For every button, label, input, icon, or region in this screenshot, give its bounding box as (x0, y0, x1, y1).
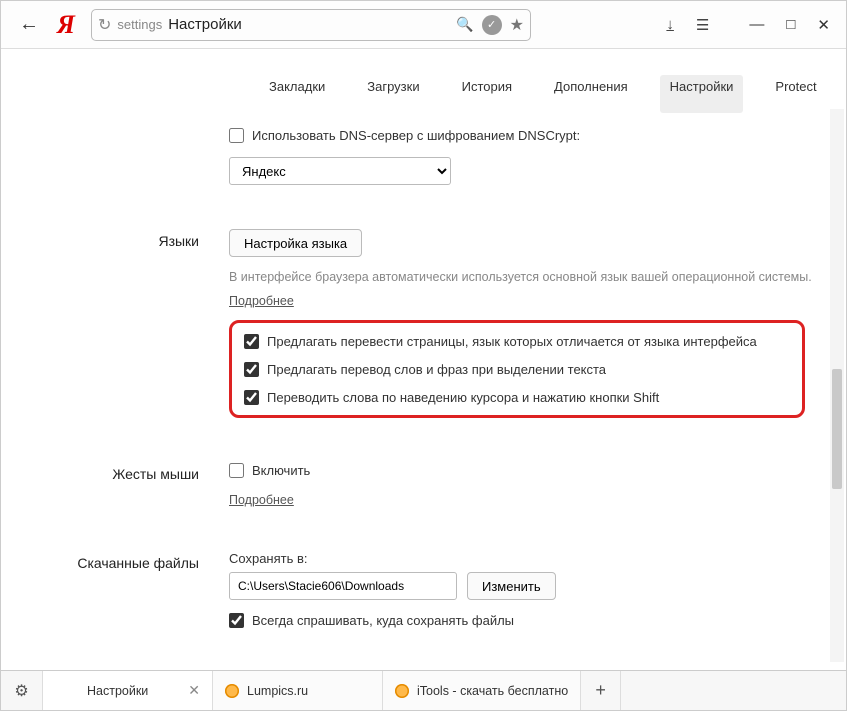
always-ask-text: Всегда спрашивать, куда сохранять файлы (252, 612, 514, 630)
save-in-label: Сохранять в: (229, 551, 816, 566)
section-mouse-gestures: Жесты мыши Включить Подробнее (31, 462, 816, 507)
tab-title: Lumpics.ru (247, 684, 370, 698)
settings-page: Закладки Загрузки История Дополнения Нас… (1, 49, 846, 670)
translate-pages-text: Предлагать перевести страницы, язык кото… (267, 333, 757, 351)
always-ask-checkbox-label[interactable]: Всегда спрашивать, куда сохранять файлы (229, 612, 816, 630)
favicon-icon (395, 684, 409, 698)
dnscrypt-checkbox[interactable] (229, 128, 244, 143)
translate-hover-checkbox[interactable] (244, 390, 259, 405)
mouse-gestures-enable-checkbox[interactable] (229, 463, 244, 478)
translation-options-highlight: Предлагать перевести страницы, язык кото… (229, 320, 805, 419)
language-more-link[interactable]: Подробнее (229, 294, 294, 308)
close-icon[interactable]: ✕ (188, 682, 200, 699)
reload-icon[interactable]: ↻ (98, 15, 111, 35)
translate-selection-checkbox[interactable] (244, 362, 259, 377)
menu-icon[interactable]: ☰ (696, 16, 709, 34)
search-icon[interactable]: 🔍 (456, 16, 473, 33)
translate-hover-text: Переводить слова по наведению курсора и … (267, 389, 659, 407)
favicon-icon (225, 684, 239, 698)
mouse-gestures-enable-text: Включить (252, 462, 310, 480)
window-close-button[interactable]: ✕ (817, 16, 830, 34)
translate-selection-checkbox-label[interactable]: Предлагать перевод слов и фраз при выдел… (244, 361, 790, 379)
language-settings-button[interactable]: Настройка языка (229, 229, 362, 257)
address-title: Настройки (168, 16, 450, 33)
translate-pages-checkbox[interactable] (244, 334, 259, 349)
tab-bookmarks[interactable]: Закладки (259, 75, 335, 113)
tab-protect[interactable]: Protect (765, 75, 826, 113)
tab-title: Настройки (55, 684, 180, 698)
browser-tab-strip: ⚙ Настройки ✕ Lumpics.ru iTools - скачат… (1, 670, 846, 710)
window-minimize-button[interactable]: — (749, 16, 764, 34)
browser-tab-3[interactable]: iTools - скачать бесплатно (383, 671, 581, 710)
browser-tab-1[interactable]: Настройки ✕ (43, 671, 213, 710)
section-downloads: Скачанные файлы Сохранять в: Изменить Вс… (31, 551, 816, 630)
browser-tab-2[interactable]: Lumpics.ru (213, 671, 383, 710)
always-ask-checkbox[interactable] (229, 613, 244, 628)
tab-title: iTools - скачать бесплатно (417, 684, 568, 698)
settings-tabs: Закладки Загрузки История Дополнения Нас… (31, 49, 816, 127)
address-hint: settings (117, 17, 162, 32)
bookmark-star-icon[interactable]: ★ (510, 15, 524, 35)
new-tab-button[interactable]: + (581, 671, 621, 710)
translate-pages-checkbox-label[interactable]: Предлагать перевести страницы, язык кото… (244, 333, 790, 351)
tab-history[interactable]: История (452, 75, 522, 113)
tab-extensions[interactable]: Дополнения (544, 75, 638, 113)
mouse-gestures-more-link[interactable]: Подробнее (229, 493, 294, 507)
language-hint: В интерфейсе браузера автоматически испо… (229, 269, 816, 287)
section-heading-mouse: Жесты мыши (31, 462, 229, 482)
scrollbar-thumb[interactable] (832, 369, 842, 489)
browser-chrome: ← Я ↻ settings Настройки 🔍 ✓ ★ ↓ ☰ — □ ✕ (1, 1, 846, 49)
download-path-change-button[interactable]: Изменить (467, 572, 556, 600)
window-maximize-button[interactable]: □ (786, 16, 795, 34)
tab-downloads[interactable]: Загрузки (357, 75, 429, 113)
translate-hover-checkbox-label[interactable]: Переводить слова по наведению курсора и … (244, 389, 790, 407)
address-bar[interactable]: ↻ settings Настройки 🔍 ✓ ★ (91, 9, 531, 41)
section-dns: Использовать DNS-сервер с шифрованием DN… (31, 127, 816, 229)
page-scrollbar[interactable] (830, 109, 844, 662)
dnscrypt-checkbox-text: Использовать DNS-сервер с шифрованием DN… (252, 127, 580, 145)
tab-strip-settings-icon[interactable]: ⚙ (1, 671, 43, 710)
mouse-gestures-enable-label[interactable]: Включить (229, 462, 816, 480)
tab-settings[interactable]: Настройки (660, 75, 744, 113)
section-languages: Языки Настройка языка В интерфейсе брауз… (31, 229, 816, 418)
yandex-logo-icon[interactable]: Я (51, 10, 81, 40)
downloads-icon[interactable]: ↓ (666, 16, 674, 33)
download-path-input[interactable] (229, 572, 457, 600)
translate-selection-text: Предлагать перевод слов и фраз при выдел… (267, 361, 606, 379)
nav-back-button[interactable]: ← (11, 7, 47, 43)
section-heading-languages: Языки (31, 229, 229, 249)
section-heading-downloads: Скачанные файлы (31, 551, 229, 571)
protect-shield-icon[interactable]: ✓ (482, 15, 502, 35)
dns-server-select[interactable]: Яндекс (229, 157, 451, 185)
dnscrypt-checkbox-label[interactable]: Использовать DNS-сервер с шифрованием DN… (229, 127, 816, 145)
